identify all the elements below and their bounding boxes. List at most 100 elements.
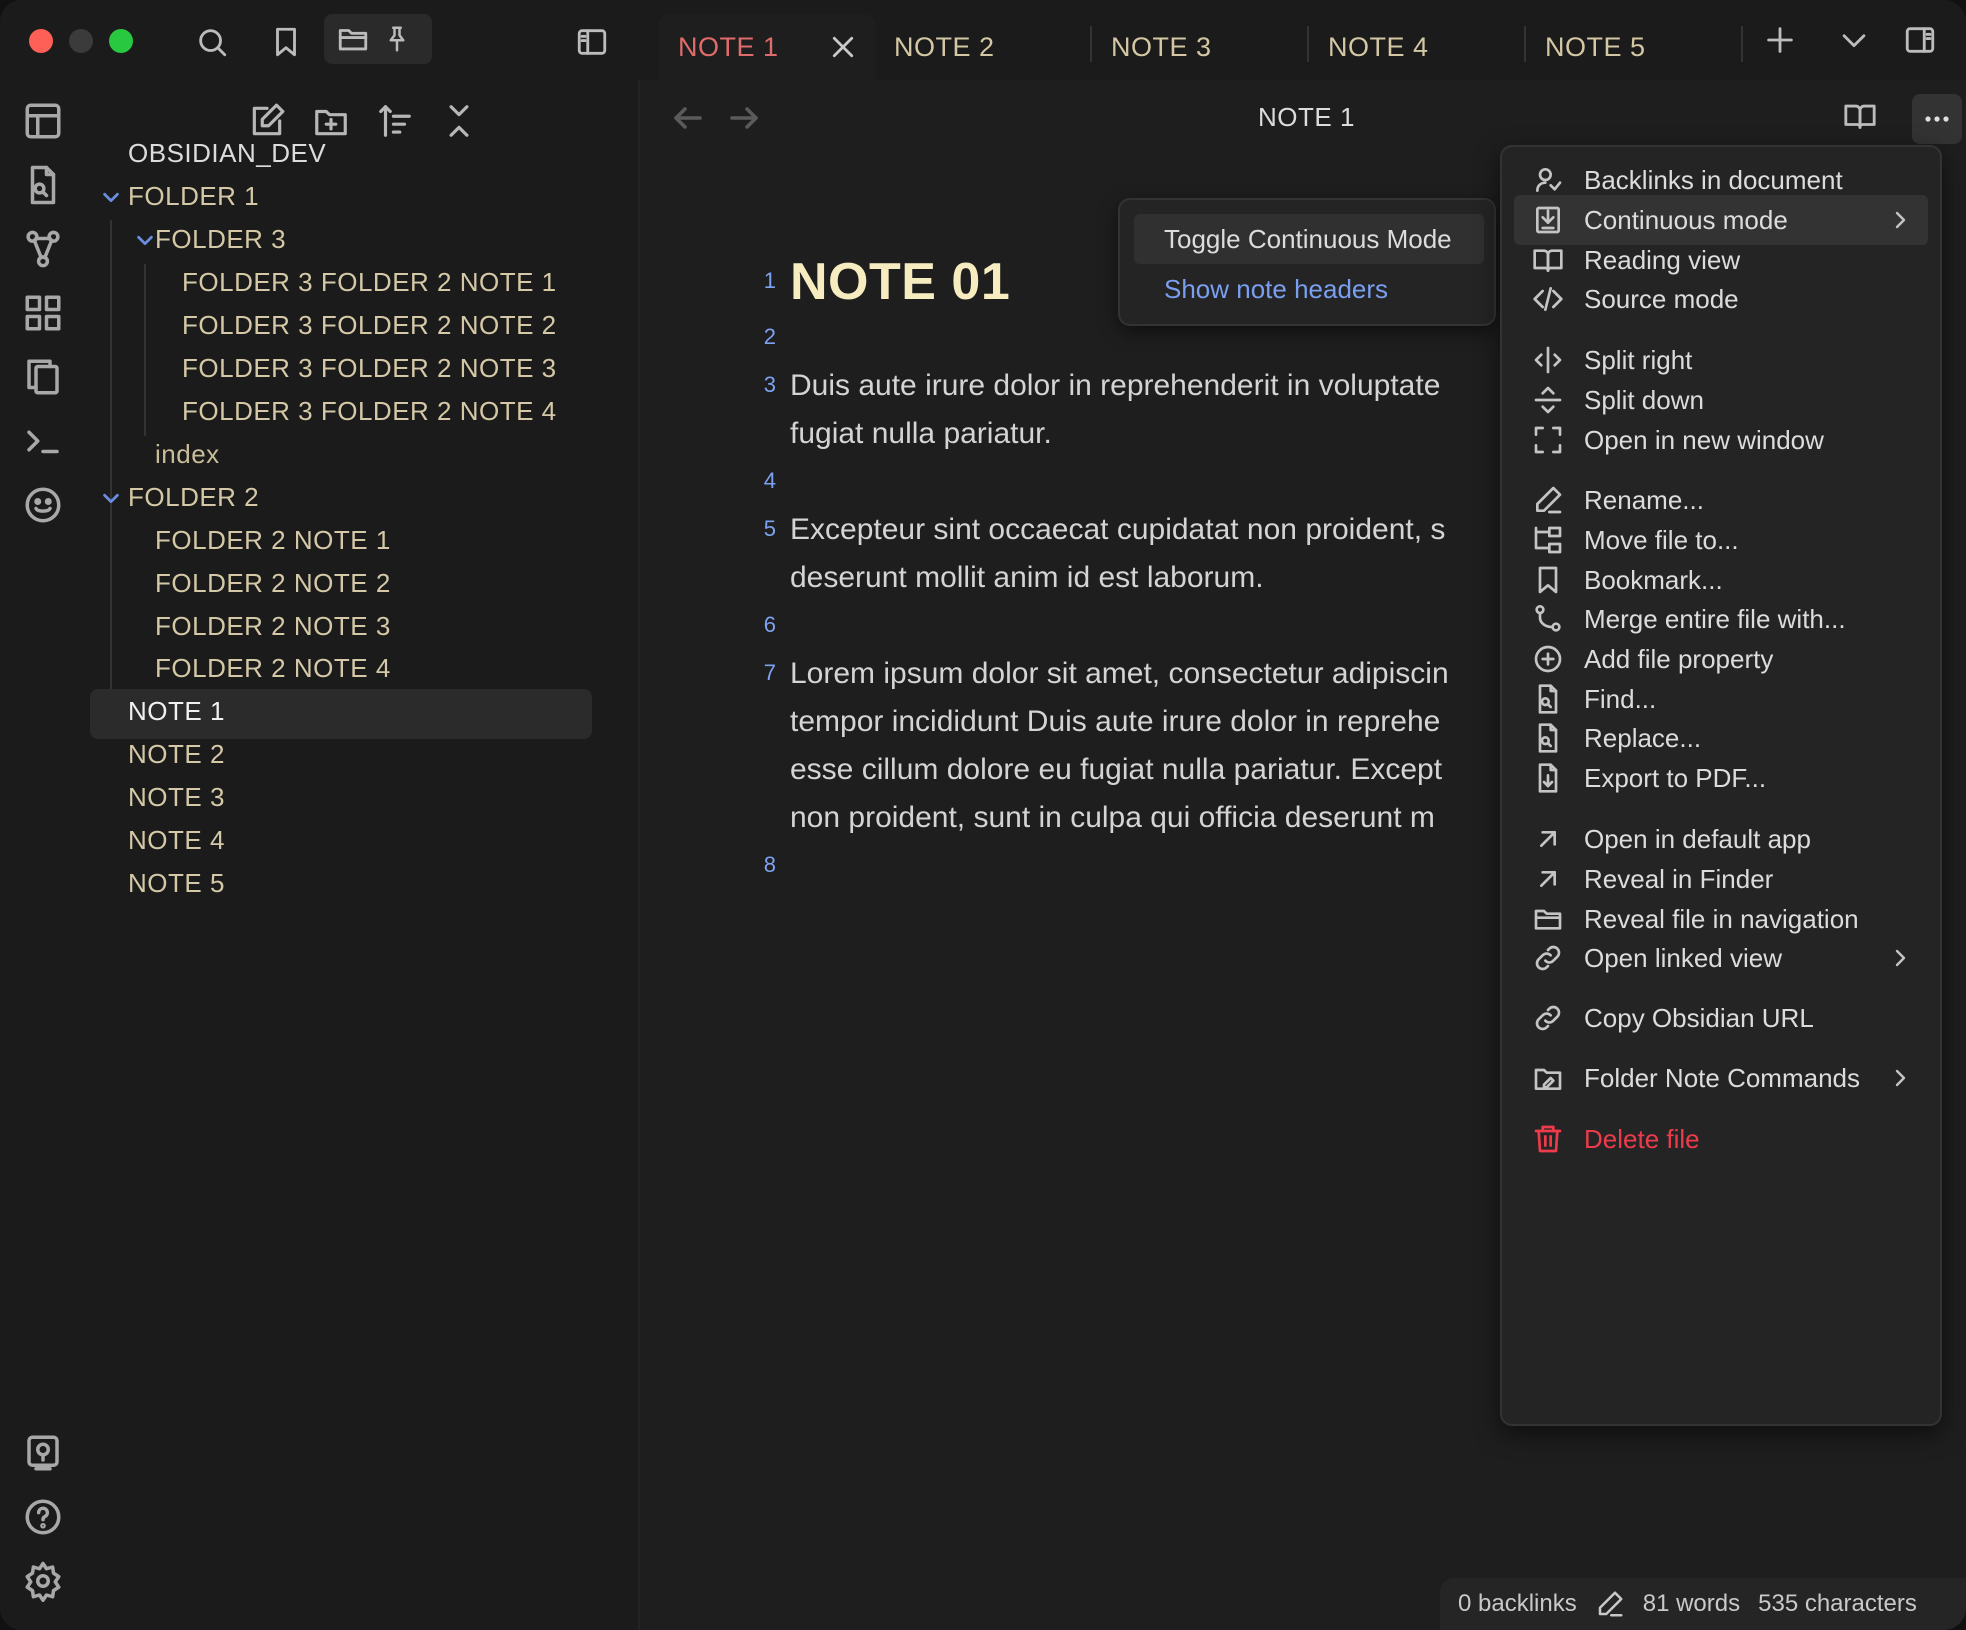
chevron-right-icon [1888,208,1912,232]
menu-item-label: Move file to... [1584,524,1739,555]
tab-note-1[interactable]: NOTE 1 [658,14,876,80]
menu-item-open-linked-view[interactable]: Open linked view [1514,933,1928,983]
bookmarks-icon[interactable] [266,22,306,62]
canvas-grid-icon[interactable] [22,292,64,334]
tree-note[interactable]: NOTE 2 [128,739,225,770]
terminal-icon[interactable] [22,420,64,462]
menu-item-export-pdf[interactable]: Export to PDF... [1514,753,1928,803]
arrow-up-right-icon [1532,823,1564,855]
menu-item-label: Reveal file in navigation [1584,903,1859,934]
tab-note-2[interactable]: NOTE 2 [874,14,1090,80]
plus-circle-icon [1532,643,1564,675]
status-bar: 0 backlinks 81 words 535 characters [1440,1578,1966,1630]
tree-folder-1[interactable]: FOLDER 1 [128,181,259,212]
chevron-down-icon[interactable] [100,487,122,509]
backlinks-icon [1532,164,1564,196]
graph-view-icon[interactable] [22,228,64,270]
paragraph-line: esse cillum dolore eu fugiat nulla paria… [790,753,1443,786]
line-number: 4 [763,468,776,493]
menu-item-label: Bookmark... [1584,564,1723,595]
tree-note[interactable]: FOLDER 2 NOTE 2 [155,568,391,599]
menu-item-delete-file[interactable]: Delete file [1514,1114,1928,1164]
tab-note-4[interactable]: NOTE 4 [1308,14,1524,80]
menu-item-open-new-window[interactable]: Open in new window [1514,415,1928,465]
tree-note[interactable]: FOLDER 3 FOLDER 2 NOTE 2 [182,310,557,341]
file-search-icon [1532,722,1564,754]
tree-note[interactable]: NOTE 4 [128,825,225,856]
word-count: 81 words [1642,1590,1741,1617]
close-icon[interactable] [828,32,858,62]
chevron-down-icon[interactable] [100,186,122,208]
vault-switch-icon[interactable] [22,1432,64,1474]
toggle-continuous-mode-item[interactable]: Toggle Continuous Mode [1134,214,1484,264]
toggle-right-sidebar-icon[interactable] [1900,20,1940,60]
menu-item-label: Replace... [1584,722,1702,753]
close-window-button[interactable] [29,29,53,53]
menu-item-label: Folder Note Commands [1584,1062,1860,1093]
tree-note[interactable]: FOLDER 3 FOLDER 2 NOTE 3 [182,353,557,384]
tab-label: NOTE 1 [678,31,779,62]
menu-item-folder-note-commands[interactable]: Folder Note Commands [1514,1053,1928,1103]
bookmark-icon [1532,564,1564,596]
show-note-headers-item[interactable]: Show note headers [1134,264,1484,314]
pin-icon [382,24,412,54]
file-search-icon[interactable] [22,164,64,206]
tree-note[interactable]: FOLDER 2 NOTE 3 [155,611,391,642]
tree-note[interactable]: FOLDER 2 NOTE 4 [155,653,391,684]
tab-list-chevron-down-icon[interactable] [1836,22,1872,58]
menu-item-label: Rename... [1584,484,1704,515]
tree-note-selected[interactable]: NOTE 1 [128,696,225,727]
tree-note[interactable]: NOTE 3 [128,782,225,813]
zoom-window-button[interactable] [109,29,133,53]
vault-name[interactable]: OBSIDIAN_DEV [128,138,326,169]
line-number: 5 [763,516,776,541]
folder-note-icon [1532,1062,1564,1094]
menu-item-label: Split down [1584,384,1704,415]
paragraph-line: tempor incididunt Duis aute irure dolor … [790,705,1441,738]
indent-guide [110,522,112,694]
tree-folder-2[interactable]: FOLDER 2 [128,482,259,513]
help-icon[interactable] [22,1496,64,1538]
menu-item-label: Add file property [1584,643,1774,674]
tree-note[interactable]: FOLDER 2 NOTE 1 [155,525,391,556]
files-copy-icon[interactable] [22,356,64,398]
backlinks-count[interactable]: 0 backlinks [1458,1590,1577,1618]
reading-view-book-icon[interactable] [1840,96,1880,136]
chevron-down-icon[interactable] [134,229,156,251]
book-open-icon [1532,244,1564,276]
file-explorer-tab-group[interactable] [324,14,432,64]
more-options-button[interactable] [1912,94,1962,144]
collapse-all-icon[interactable] [440,102,482,144]
menu-item-copy-url[interactable]: Copy Obsidian URL [1514,993,1928,1043]
file-export-icon [1532,762,1564,794]
menu-item-label: Export to PDF... [1584,762,1767,793]
tree-folder-3[interactable]: FOLDER 3 [155,224,286,255]
menu-item-label: Find... [1584,683,1657,714]
tab-label: NOTE 4 [1328,31,1429,62]
tree-note[interactable]: FOLDER 3 FOLDER 2 NOTE 4 [182,396,557,427]
line-number: 1 [763,268,776,293]
tab-label: NOTE 2 [894,31,995,62]
tab-note-3[interactable]: NOTE 3 [1091,14,1307,80]
smiley-plugin-icon[interactable] [22,484,64,526]
line-number: 6 [763,612,776,637]
line-number: 3 [763,372,776,397]
tree-note[interactable]: NOTE 5 [128,868,225,899]
paragraph-line: Excepteur sint occaecat cupidatat non pr… [790,513,1446,546]
sort-order-icon[interactable] [376,102,418,144]
toggle-left-sidebar-icon[interactable] [572,22,612,62]
tab-note-5[interactable]: NOTE 5 [1525,14,1741,80]
new-tab-plus-icon[interactable] [1762,22,1798,58]
tree-note[interactable]: FOLDER 3 FOLDER 2 NOTE 1 [182,267,557,298]
layout-dashboard-icon[interactable] [22,100,64,142]
minimize-window-button[interactable] [69,29,93,53]
search-icon[interactable] [192,22,232,62]
edit-mode-pencil-icon[interactable] [1595,1589,1625,1619]
settings-gear-icon[interactable] [22,1560,64,1602]
trash-icon [1532,1123,1564,1155]
menu-item-label: Source mode [1584,283,1739,314]
menu-item-source-mode[interactable]: Source mode [1514,274,1928,324]
tree-note-index[interactable]: index [155,439,220,470]
arrow-up-right-icon [1532,863,1564,895]
more-options-menu: Backlinks in document Continuous mode Re… [1500,145,1942,1426]
